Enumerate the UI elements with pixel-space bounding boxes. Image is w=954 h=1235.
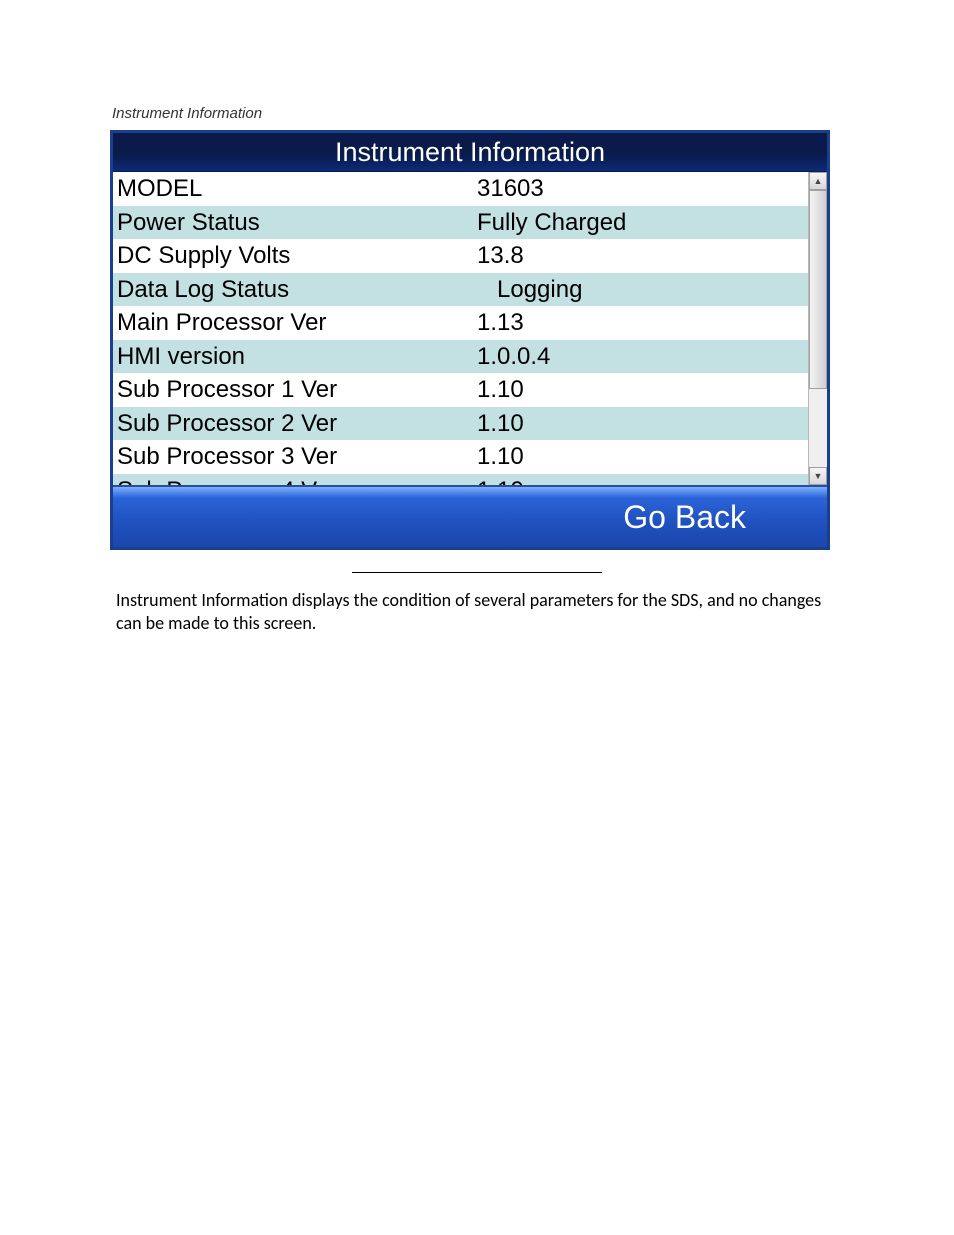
table-row: HMI version1.0.0.4 [113,340,808,374]
scroll-track[interactable] [809,190,827,467]
scroll-thumb[interactable] [809,190,827,389]
figure-caption: Instrument Information [112,105,844,122]
row-value: 1.10 [477,440,808,474]
info-list-frame: MODEL31603Power StatusFully ChargedDC Su… [113,172,827,485]
divider [352,572,602,573]
row-value: 1.13 [477,306,808,340]
row-label: Data Log Status [113,273,477,307]
table-row: Power StatusFully Charged [113,206,808,240]
vertical-scrollbar[interactable]: ▲ ▼ [808,172,827,485]
row-label: Sub Processor 1 Ver [113,373,477,407]
chevron-up-icon: ▲ [814,176,823,186]
table-row: Sub Processor 3 Ver1.10 [113,440,808,474]
table-row: Data Log StatusLogging [113,273,808,307]
table-row: Main Processor Ver1.13 [113,306,808,340]
info-list: MODEL31603Power StatusFully ChargedDC Su… [113,172,808,485]
chevron-down-icon: ▼ [814,471,823,481]
row-label: Power Status [113,206,477,240]
row-label: Sub Processor 3 Ver [113,440,477,474]
table-row: Sub Processor 1 Ver1.10 [113,373,808,407]
row-label: MODEL [113,172,477,206]
scroll-up-button[interactable]: ▲ [809,172,827,190]
row-value: Logging [477,273,808,307]
table-row: Sub Processor 2 Ver1.10 [113,407,808,441]
go-back-button[interactable]: Go Back [617,498,752,537]
info-list-viewport: MODEL31603Power StatusFully ChargedDC Su… [113,172,808,485]
panel-title: Instrument Information [113,133,827,172]
instrument-info-panel: Instrument Information MODEL31603Power S… [110,130,830,550]
row-label: Main Processor Ver [113,306,477,340]
row-label: HMI version [113,340,477,374]
row-value: 1.10 [477,373,808,407]
row-value: 13.8 [477,239,808,273]
table-row: MODEL31603 [113,172,808,206]
table-row: Sub Processor 4 Ver1.10 [113,474,808,486]
row-value: 1.10 [477,474,808,486]
row-value: 1.0.0.4 [477,340,808,374]
row-label: DC Supply Volts [113,239,477,273]
body-paragraph: Instrument Information displays the cond… [116,589,838,636]
row-label: Sub Processor 2 Ver [113,407,477,441]
row-value: 31603 [477,172,808,206]
panel-button-bar: Go Back [113,485,827,547]
scroll-down-button[interactable]: ▼ [809,467,827,485]
table-row: DC Supply Volts13.8 [113,239,808,273]
row-label: Sub Processor 4 Ver [113,474,477,486]
row-value: Fully Charged [477,206,808,240]
row-value: 1.10 [477,407,808,441]
